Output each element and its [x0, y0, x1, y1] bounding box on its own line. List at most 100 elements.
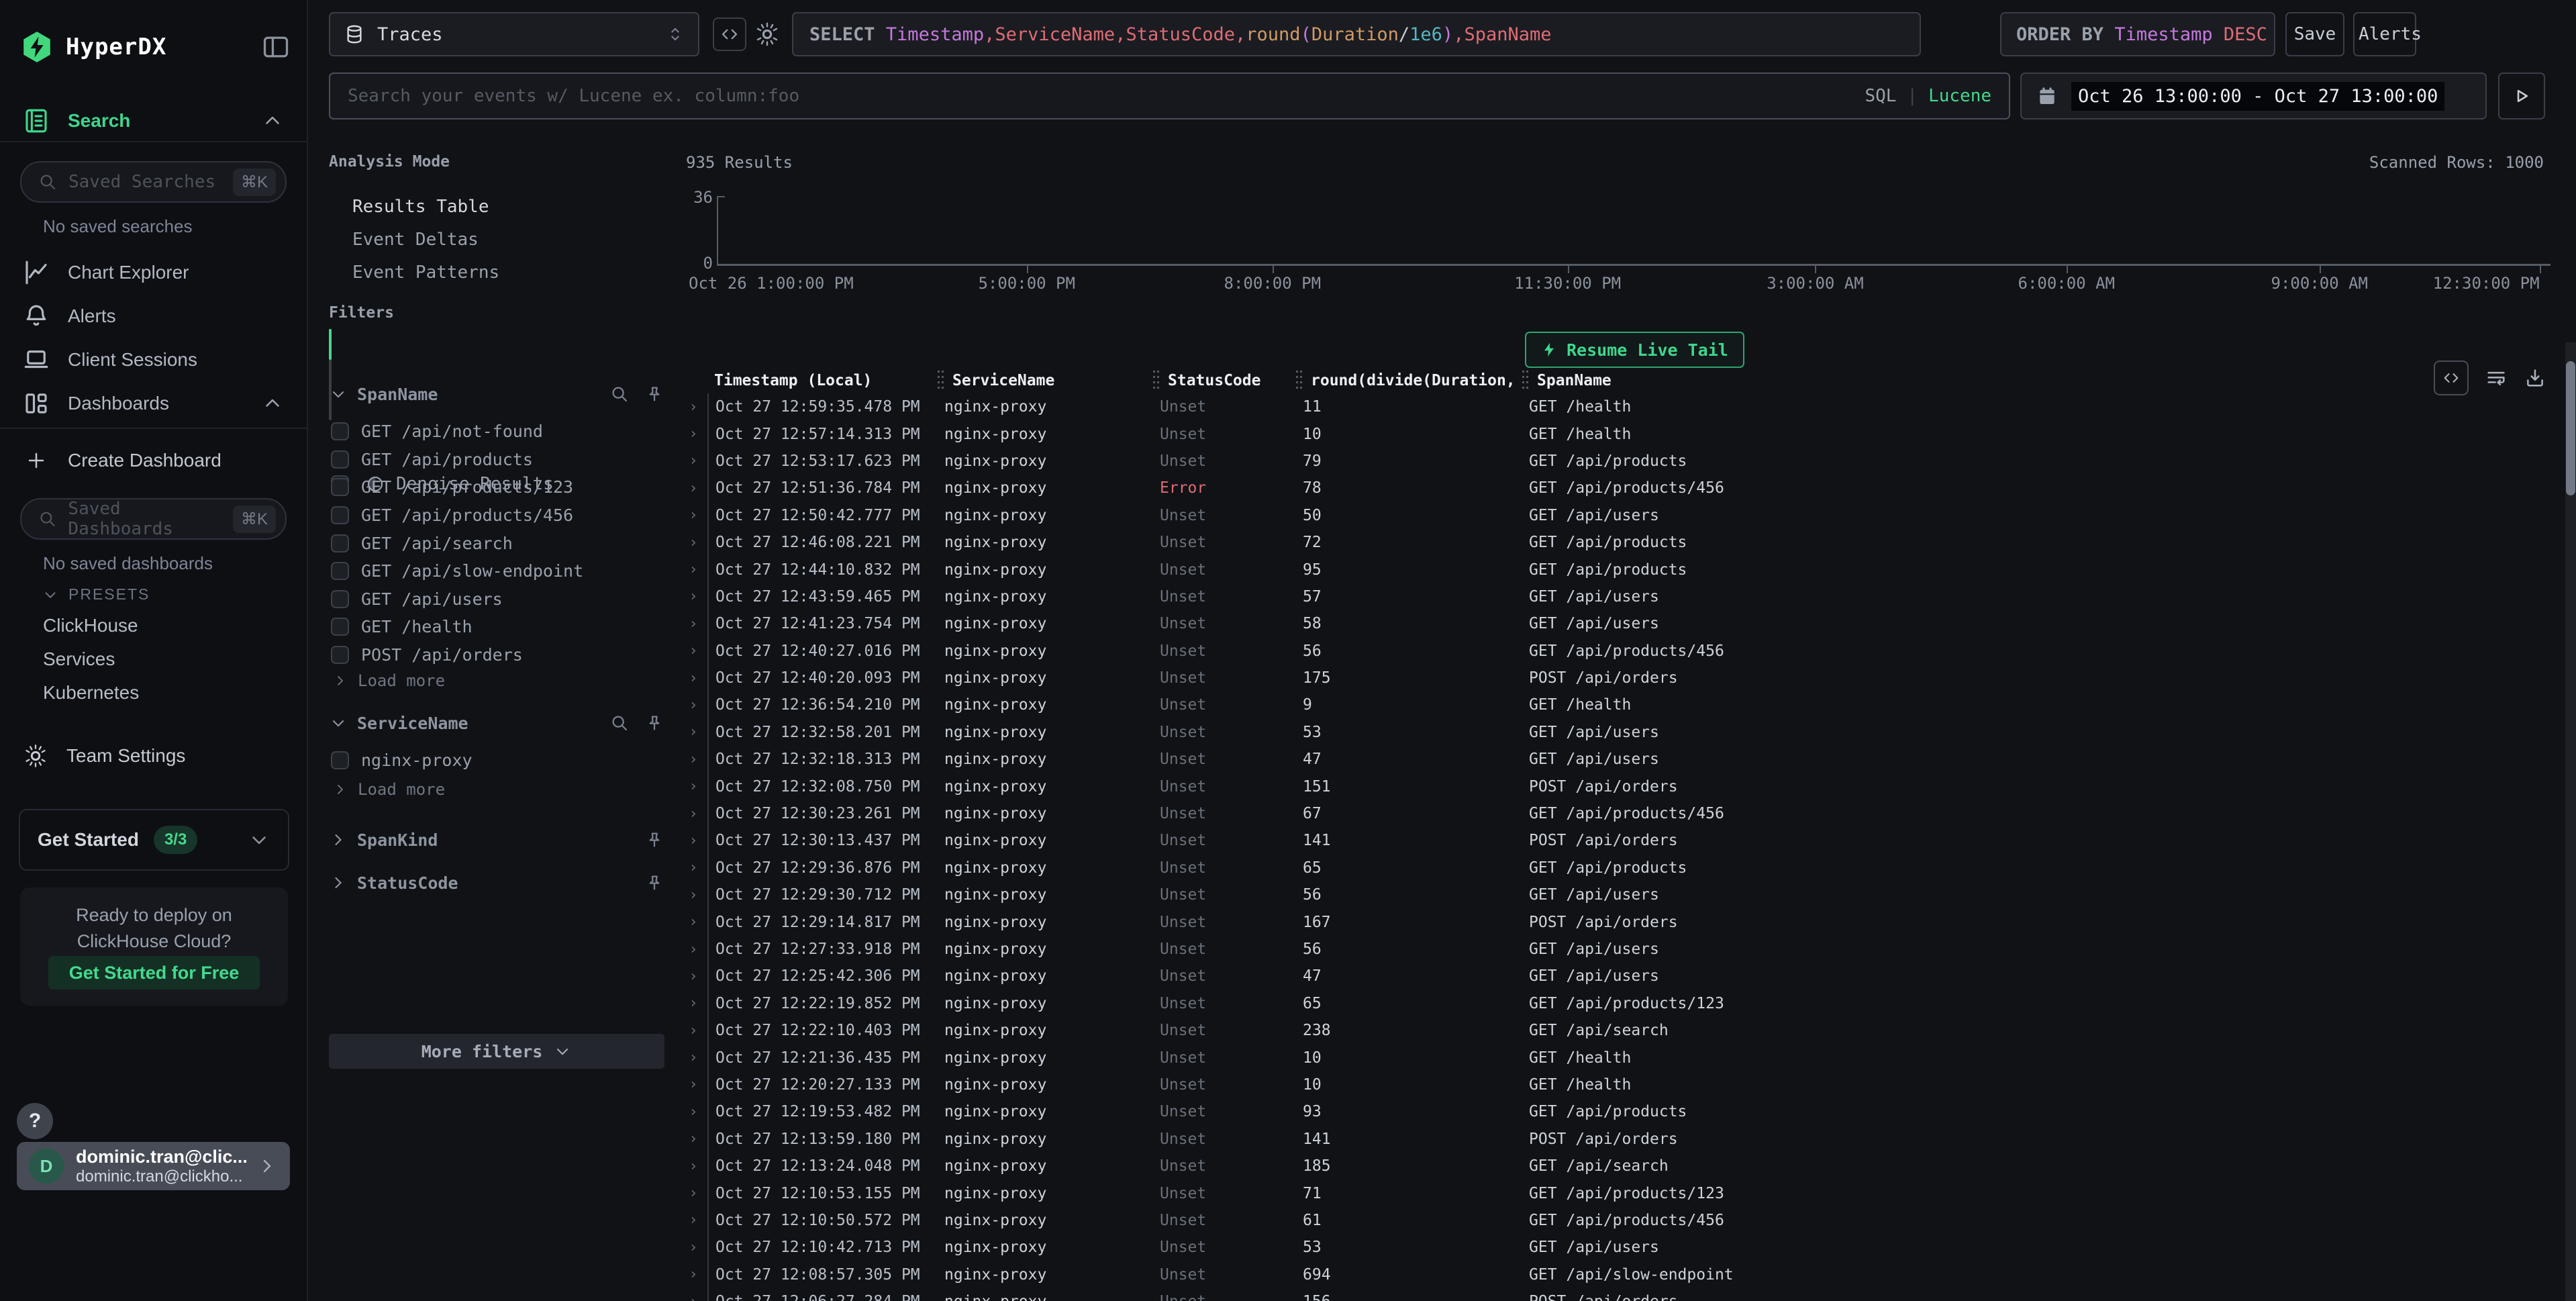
table-scrollbar[interactable] [2565, 342, 2576, 1301]
table-row[interactable]: ›Oct 27 12:53:17.623 PMnginx-proxyUnset7… [679, 448, 2563, 475]
sidebar-item-kubernetes[interactable]: Kubernetes [43, 682, 139, 704]
sidebar-item-client-sessions[interactable]: Client Sessions [0, 341, 307, 379]
facet-checkbox[interactable] [331, 590, 349, 608]
chevron-up-icon[interactable] [261, 109, 284, 132]
table-row[interactable]: ›Oct 27 12:08:57.305 PMnginx-proxyUnset6… [679, 1261, 2563, 1288]
expand-chevron-icon[interactable]: › [679, 1261, 707, 1288]
resume-live-tail-button[interactable]: Resume Live Tail [1525, 332, 1744, 368]
user-menu[interactable]: D dominic.tran@clic... dominic.tran@clic… [17, 1142, 290, 1190]
facet-value-option[interactable]: GET /api/users [331, 585, 671, 614]
save-button[interactable]: Save [2285, 12, 2344, 56]
table-row[interactable]: ›Oct 27 12:29:14.817 PMnginx-proxyUnset1… [679, 908, 2563, 935]
column-header[interactable]: StatusCode [1153, 368, 1296, 393]
table-row[interactable]: ›Oct 27 12:50:42.777 PMnginx-proxyUnset5… [679, 502, 2563, 529]
expand-chevron-icon[interactable]: › [679, 990, 707, 1017]
facet-search-icon[interactable] [609, 384, 630, 404]
column-header[interactable]: round(divide(Duration, [1296, 368, 1522, 393]
expand-chevron-icon[interactable]: › [679, 529, 707, 556]
facet-checkbox[interactable] [331, 646, 349, 664]
run-query-button[interactable] [2498, 73, 2545, 119]
table-row[interactable]: ›Oct 27 12:20:27.133 PMnginx-proxyUnset1… [679, 1071, 2563, 1098]
facet-value-option[interactable]: nginx-proxy [331, 746, 671, 775]
table-row[interactable]: ›Oct 27 12:22:19.852 PMnginx-proxyUnset6… [679, 990, 2563, 1017]
sidebar-item-create-dashboard[interactable]: Create Dashboard [0, 442, 307, 479]
facet-checkbox[interactable] [331, 562, 349, 580]
table-row[interactable]: ›Oct 27 12:19:53.482 PMnginx-proxyUnset9… [679, 1098, 2563, 1125]
column-resize-handle[interactable] [938, 371, 946, 391]
edit-sql-button[interactable] [713, 17, 746, 51]
date-range-picker[interactable]: Oct 26 13:00:00 - Oct 27 13:00:00 [2020, 73, 2487, 119]
sidebar-collapse-icon[interactable] [261, 32, 291, 62]
table-row[interactable]: ›Oct 27 12:21:36.435 PMnginx-proxyUnset1… [679, 1044, 2563, 1071]
table-row[interactable]: ›Oct 27 12:44:10.832 PMnginx-proxyUnset9… [679, 556, 2563, 583]
facet-checkbox[interactable] [331, 534, 349, 552]
facet-checkbox[interactable] [331, 618, 349, 636]
expand-chevron-icon[interactable]: › [679, 502, 707, 529]
table-row[interactable]: ›Oct 27 12:32:18.313 PMnginx-proxyUnset4… [679, 746, 2563, 773]
sidebar-item-services[interactable]: Services [43, 648, 115, 670]
table-row[interactable]: ›Oct 27 12:29:36.876 PMnginx-proxyUnset6… [679, 855, 2563, 881]
pin-icon[interactable] [644, 873, 664, 893]
scrollbar-thumb[interactable] [2566, 361, 2575, 495]
expand-chevron-icon[interactable]: › [679, 1207, 707, 1234]
facet-value-option[interactable]: GET /api/not-found [331, 418, 671, 446]
facet-servicename-header[interactable]: ServiceName [329, 713, 664, 733]
column-resize-handle[interactable] [1522, 371, 1530, 391]
expand-chevron-icon[interactable]: › [679, 773, 707, 800]
table-row[interactable]: ›Oct 27 12:27:33.918 PMnginx-proxyUnset5… [679, 936, 2563, 963]
expand-chevron-icon[interactable]: › [679, 420, 707, 447]
source-selector[interactable]: Traces [329, 12, 699, 56]
table-row[interactable]: ›Oct 27 12:36:54.210 PMnginx-proxyUnset9… [679, 691, 2563, 718]
sidebar-item-search[interactable]: Search [0, 102, 307, 140]
expand-chevron-icon[interactable]: › [679, 583, 707, 610]
expand-chevron-icon[interactable]: › [679, 393, 707, 420]
facet-value-option[interactable]: GET /health [331, 613, 671, 641]
expand-chevron-icon[interactable]: › [679, 610, 707, 637]
table-row[interactable]: ›Oct 27 12:10:42.713 PMnginx-proxyUnset5… [679, 1234, 2563, 1261]
facet-checkbox[interactable] [331, 450, 349, 469]
facet-spankind-header[interactable]: SpanKind [329, 830, 664, 850]
table-row[interactable]: ›Oct 27 12:40:27.016 PMnginx-proxyUnset5… [679, 638, 2563, 665]
chevron-up-icon[interactable] [261, 392, 284, 415]
more-filters-button[interactable]: More filters [329, 1034, 664, 1069]
help-button[interactable]: ? [17, 1103, 53, 1139]
table-row[interactable]: ›Oct 27 12:13:59.180 PMnginx-proxyUnset1… [679, 1126, 2563, 1153]
pin-icon[interactable] [644, 713, 664, 733]
spanname-load-more[interactable]: Load more [332, 671, 445, 690]
sql-mode-toggle[interactable]: SQL [1865, 86, 1896, 106]
expand-chevron-icon[interactable]: › [679, 1288, 707, 1301]
facet-value-option[interactable]: GET /api/products [331, 446, 671, 474]
table-row[interactable]: ›Oct 27 12:46:08.221 PMnginx-proxyUnset7… [679, 529, 2563, 556]
facet-spanname-header[interactable]: SpanName [329, 384, 664, 404]
lucene-mode-toggle[interactable]: Lucene [1928, 86, 1991, 106]
expand-chevron-icon[interactable]: › [679, 448, 707, 475]
table-row[interactable]: ›Oct 27 12:59:35.478 PMnginx-proxyUnset1… [679, 393, 2563, 420]
column-header[interactable]: ServiceName [938, 368, 1153, 393]
expand-chevron-icon[interactable]: › [679, 800, 707, 827]
expand-chevron-icon[interactable]: › [679, 1071, 707, 1098]
select-clause-input[interactable]: SELECT Timestamp,ServiceName,StatusCode,… [792, 12, 1921, 56]
table-row[interactable]: ›Oct 27 12:41:23.754 PMnginx-proxyUnset5… [679, 610, 2563, 637]
table-row[interactable]: ›Oct 27 12:22:10.403 PMnginx-proxyUnset2… [679, 1017, 2563, 1044]
facet-checkbox[interactable] [331, 751, 349, 769]
column-resize-handle[interactable] [1153, 371, 1161, 391]
orderby-clause-input[interactable]: ORDER BY Timestamp DESC [2000, 12, 2275, 56]
facet-checkbox[interactable] [331, 422, 349, 440]
facet-checkbox[interactable] [331, 478, 349, 496]
get-started-free-button[interactable]: Get Started for Free [48, 956, 260, 990]
mode-event-deltas[interactable]: Event Deltas [352, 226, 479, 253]
saved-dashboards-input[interactable]: Saved Dashboards ⌘K [20, 498, 287, 540]
expand-chevron-icon[interactable]: › [679, 908, 707, 935]
table-row[interactable]: ›Oct 27 12:32:08.750 PMnginx-proxyUnset1… [679, 773, 2563, 800]
table-row[interactable]: ›Oct 27 12:13:24.048 PMnginx-proxyUnset1… [679, 1153, 2563, 1179]
mode-results-table[interactable]: Results Table [352, 193, 489, 220]
expand-chevron-icon[interactable]: › [679, 1153, 707, 1179]
table-row[interactable]: ›Oct 27 12:25:42.306 PMnginx-proxyUnset4… [679, 963, 2563, 990]
servicename-load-more[interactable]: Load more [332, 780, 445, 799]
expand-chevron-icon[interactable]: › [679, 1179, 707, 1206]
table-row[interactable]: ›Oct 27 12:57:14.313 PMnginx-proxyUnset1… [679, 420, 2563, 447]
saved-searches-input[interactable]: Saved Searches ⌘K [20, 161, 287, 203]
table-row[interactable]: ›Oct 27 12:29:30.712 PMnginx-proxyUnset5… [679, 881, 2563, 908]
expand-chevron-icon[interactable]: › [679, 1017, 707, 1044]
expand-chevron-icon[interactable]: › [679, 963, 707, 990]
